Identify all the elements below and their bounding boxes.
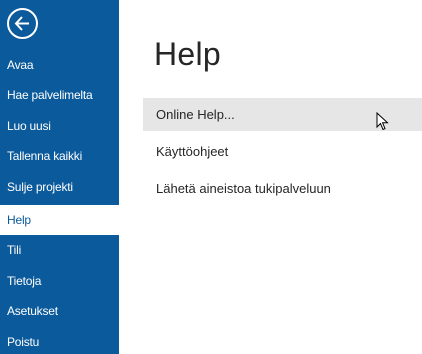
user-guide-option[interactable]: Käyttöohjeet: [143, 135, 422, 168]
main-panel: Help Online Help... Käyttöohjeet Lähetä …: [119, 0, 422, 354]
sidebar: Avaa Hae palvelimelta Luo uusi Tallenna …: [0, 0, 119, 354]
app-window: Avaa Hae palvelimelta Luo uusi Tallenna …: [0, 0, 422, 354]
sidebar-item-avaa[interactable]: Avaa: [0, 50, 119, 80]
page-title: Help: [154, 36, 222, 72]
sidebar-item-hae-palvelimelta[interactable]: Hae palvelimelta: [0, 80, 119, 110]
sidebar-item-luo-uusi[interactable]: Luo uusi: [0, 111, 119, 141]
back-button[interactable]: [7, 8, 38, 39]
arrow-left-icon: [14, 16, 29, 31]
sidebar-item-help[interactable]: Help: [0, 205, 119, 235]
sidebar-item-tietoja[interactable]: Tietoja: [0, 266, 119, 296]
sidebar-item-tallenna-kaikki[interactable]: Tallenna kaikki: [0, 141, 119, 171]
mouse-pointer-icon: [376, 112, 389, 131]
sidebar-item-asetukset[interactable]: Asetukset: [0, 296, 119, 326]
sidebar-item-poistu[interactable]: Poistu: [0, 327, 119, 354]
send-to-support-option[interactable]: Lähetä aineistoa tukipalveluun: [143, 172, 422, 205]
sidebar-item-sulje-projekti[interactable]: Sulje projekti: [0, 172, 119, 202]
sidebar-item-tili[interactable]: Tili: [0, 235, 119, 265]
